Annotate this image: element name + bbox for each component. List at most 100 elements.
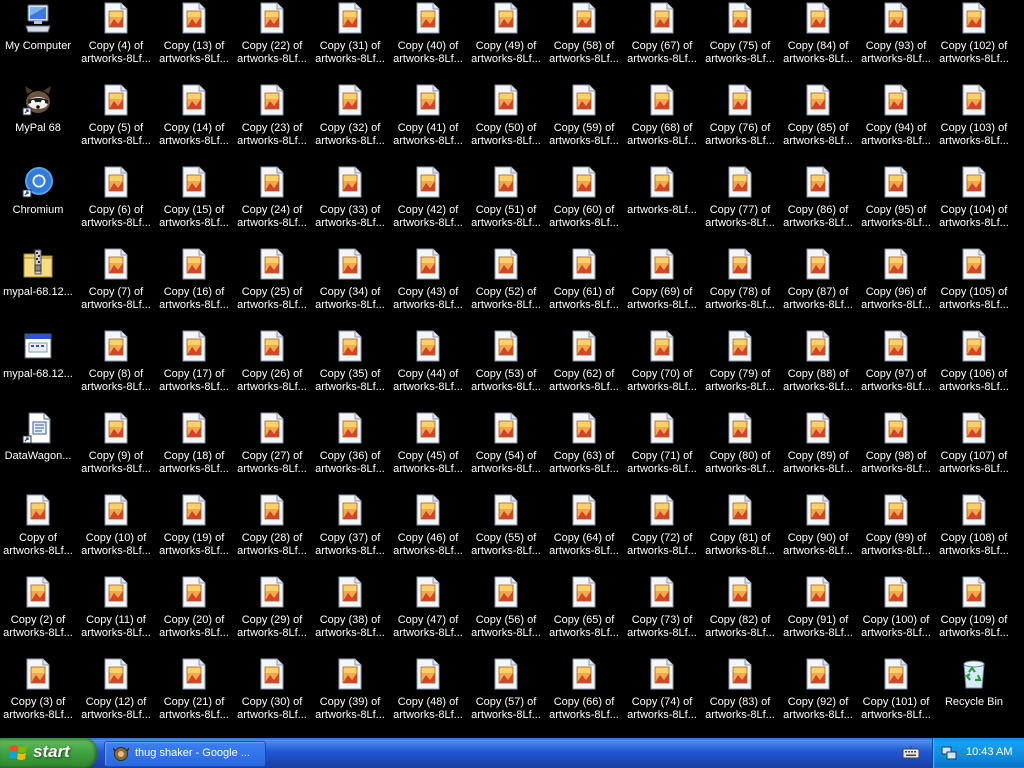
desktop-icon[interactable]: Copy (56) of artworks-8Lf... (467, 576, 545, 656)
desktop-icon[interactable]: Copy (27) of artworks-8Lf... (233, 412, 311, 492)
desktop-icon[interactable]: Copy (99) of artworks-8Lf... (857, 494, 935, 574)
desktop-icon[interactable]: Copy (39) of artworks-8Lf... (311, 658, 389, 738)
desktop-icon[interactable]: Copy (70) of artworks-8Lf... (623, 330, 701, 410)
desktop-icon[interactable]: Copy (61) of artworks-8Lf... (545, 248, 623, 328)
desktop-icon[interactable]: Copy (46) of artworks-8Lf... (389, 494, 467, 574)
desktop-icon[interactable]: Copy (92) of artworks-8Lf... (779, 658, 857, 738)
desktop-icon[interactable]: Copy (69) of artworks-8Lf... (623, 248, 701, 328)
desktop-icon[interactable]: Copy (32) of artworks-8Lf... (311, 84, 389, 164)
desktop-icon[interactable]: Copy (87) of artworks-8Lf... (779, 248, 857, 328)
desktop-icon[interactable]: Copy (53) of artworks-8Lf... (467, 330, 545, 410)
desktop-icon[interactable]: Copy (43) of artworks-8Lf... (389, 248, 467, 328)
taskbar-window-button[interactable]: thug shaker - Google ... (104, 741, 266, 767)
clock[interactable]: 10:43 AM (966, 746, 1012, 758)
desktop-icon[interactable]: Copy (52) of artworks-8Lf... (467, 248, 545, 328)
desktop-icon[interactable]: Copy (11) of artworks-8Lf... (77, 576, 155, 656)
desktop-icon[interactable]: Copy (57) of artworks-8Lf... (467, 658, 545, 738)
desktop-icon[interactable]: mypal-68.12... (0, 330, 77, 410)
desktop-icon[interactable]: Copy (88) of artworks-8Lf... (779, 330, 857, 410)
desktop-icon[interactable]: Copy (9) of artworks-8Lf... (77, 412, 155, 492)
desktop-icon[interactable]: Copy (58) of artworks-8Lf... (545, 2, 623, 82)
desktop-icon[interactable]: Copy (50) of artworks-8Lf... (467, 84, 545, 164)
desktop-icon[interactable]: Copy (84) of artworks-8Lf... (779, 2, 857, 82)
network-icon[interactable] (941, 745, 957, 761)
desktop-icon[interactable]: Copy (83) of artworks-8Lf... (701, 658, 779, 738)
desktop-icon[interactable]: Copy (30) of artworks-8Lf... (233, 658, 311, 738)
desktop-icon[interactable]: Copy (26) of artworks-8Lf... (233, 330, 311, 410)
desktop-icon[interactable]: Copy (81) of artworks-8Lf... (701, 494, 779, 574)
desktop-icon[interactable]: Copy (78) of artworks-8Lf... (701, 248, 779, 328)
desktop-icon[interactable]: Copy (36) of artworks-8Lf... (311, 412, 389, 492)
desktop-icon[interactable]: Copy (41) of artworks-8Lf... (389, 84, 467, 164)
desktop-icon[interactable]: Copy (77) of artworks-8Lf... (701, 166, 779, 246)
desktop-icon[interactable]: Copy (106) of artworks-8Lf... (935, 330, 1013, 410)
desktop-icon[interactable]: Copy (74) of artworks-8Lf... (623, 658, 701, 738)
desktop-icon[interactable]: Copy (21) of artworks-8Lf... (155, 658, 233, 738)
desktop-icon[interactable]: Copy (5) of artworks-8Lf... (77, 84, 155, 164)
desktop-icon[interactable]: Ca (1013, 2, 1024, 82)
start-button[interactable]: start (0, 738, 97, 768)
desktop-icon[interactable]: My Computer (0, 2, 77, 82)
desktop-icon[interactable]: MyPal 68 (0, 84, 77, 164)
desktop-icon[interactable]: Copy (90) of artworks-8Lf... (779, 494, 857, 574)
desktop-icon[interactable]: Copy (8) of artworks-8Lf... (77, 330, 155, 410)
desktop-icon[interactable]: Copy (71) of artworks-8Lf... (623, 412, 701, 492)
desktop-icon[interactable]: Copy (64) of artworks-8Lf... (545, 494, 623, 574)
desktop-icon[interactable]: Ca (1013, 412, 1024, 492)
desktop-icon[interactable]: Copy (54) of artworks-8Lf... (467, 412, 545, 492)
desktop-icon[interactable]: Copy (73) of artworks-8Lf... (623, 576, 701, 656)
desktop-icon[interactable]: Copy (107) of artworks-8Lf... (935, 412, 1013, 492)
desktop-icon[interactable]: Copy (14) of artworks-8Lf... (155, 84, 233, 164)
desktop-icon[interactable]: Copy (62) of artworks-8Lf... (545, 330, 623, 410)
desktop-icon[interactable]: Copy (25) of artworks-8Lf... (233, 248, 311, 328)
desktop-icon[interactable]: Copy (18) of artworks-8Lf... (155, 412, 233, 492)
desktop-icon[interactable]: Copy (94) of artworks-8Lf... (857, 84, 935, 164)
desktop-icon[interactable]: Copy (4) of artworks-8Lf... (77, 2, 155, 82)
desktop-icon[interactable]: Copy (31) of artworks-8Lf... (311, 2, 389, 82)
desktop-icon[interactable]: Copy (109) of artworks-8Lf... (935, 576, 1013, 656)
desktop-icon[interactable]: Copy (100) of artworks-8Lf... (857, 576, 935, 656)
desktop-icon[interactable]: Ca (1013, 166, 1024, 246)
desktop-icon[interactable]: DataWagon... (0, 412, 77, 492)
desktop-icon[interactable]: Copy (45) of artworks-8Lf... (389, 412, 467, 492)
desktop-icon[interactable]: Copy (40) of artworks-8Lf... (389, 2, 467, 82)
desktop-icon[interactable]: Copy (6) of artworks-8Lf... (77, 166, 155, 246)
desktop-icon[interactable]: Copy (82) of artworks-8Lf... (701, 576, 779, 656)
desktop-icon[interactable]: Copy (103) of artworks-8Lf... (935, 84, 1013, 164)
desktop-icon[interactable]: Copy (24) of artworks-8Lf... (233, 166, 311, 246)
desktop-icon[interactable]: Copy (97) of artworks-8Lf... (857, 330, 935, 410)
desktop-icon[interactable]: Copy (67) of artworks-8Lf... (623, 2, 701, 82)
desktop-icon[interactable]: Copy (93) of artworks-8Lf... (857, 2, 935, 82)
desktop-icon[interactable]: Copy (15) of artworks-8Lf... (155, 166, 233, 246)
desktop-icon[interactable]: Copy (48) of artworks-8Lf... (389, 658, 467, 738)
desktop-icon[interactable]: Copy (29) of artworks-8Lf... (233, 576, 311, 656)
desktop-icon[interactable]: Copy (12) of artworks-8Lf... (77, 658, 155, 738)
desktop-icon[interactable]: Copy (55) of artworks-8Lf... (467, 494, 545, 574)
desktop-icon[interactable]: Copy (37) of artworks-8Lf... (311, 494, 389, 574)
desktop-icon[interactable]: Ca (1013, 658, 1024, 738)
desktop-icon[interactable]: Copy (38) of artworks-8Lf... (311, 576, 389, 656)
desktop-icon[interactable]: Copy (98) of artworks-8Lf... (857, 412, 935, 492)
desktop-icon[interactable]: Copy (19) of artworks-8Lf... (155, 494, 233, 574)
desktop-icon[interactable]: Copy (35) of artworks-8Lf... (311, 330, 389, 410)
desktop-icon[interactable]: Copy of artworks-8Lf... (0, 494, 77, 574)
desktop-icon[interactable]: Copy (102) of artworks-8Lf... (935, 2, 1013, 82)
desktop-icon[interactable]: Ca (1013, 494, 1024, 574)
desktop-icon[interactable]: Copy (95) of artworks-8Lf... (857, 166, 935, 246)
desktop-icon[interactable]: Copy (68) of artworks-8Lf... (623, 84, 701, 164)
desktop-icon[interactable]: Copy (105) of artworks-8Lf... (935, 248, 1013, 328)
desktop-icon[interactable]: Copy (2) of artworks-8Lf... (0, 576, 77, 656)
desktop-icon[interactable]: Copy (44) of artworks-8Lf... (389, 330, 467, 410)
desktop-icon[interactable]: Copy (42) of artworks-8Lf... (389, 166, 467, 246)
desktop-icon[interactable]: Copy (13) of artworks-8Lf... (155, 2, 233, 82)
desktop-icon[interactable]: Copy (104) of artworks-8Lf... (935, 166, 1013, 246)
desktop-icon[interactable]: Copy (101) of artworks-8Lf... (857, 658, 935, 738)
desktop-icon[interactable]: Copy (17) of artworks-8Lf... (155, 330, 233, 410)
desktop-icon[interactable]: artworks-8Lf... (623, 166, 701, 246)
desktop-icon[interactable]: Ca (1013, 248, 1024, 328)
desktop-icon[interactable]: Copy (65) of artworks-8Lf... (545, 576, 623, 656)
desktop-icon[interactable]: Copy (66) of artworks-8Lf... (545, 658, 623, 738)
desktop-icon[interactable]: Ca (1013, 330, 1024, 410)
desktop-icon[interactable]: Copy (89) of artworks-8Lf... (779, 412, 857, 492)
desktop-icon[interactable]: mypal-68.12... (0, 248, 77, 328)
